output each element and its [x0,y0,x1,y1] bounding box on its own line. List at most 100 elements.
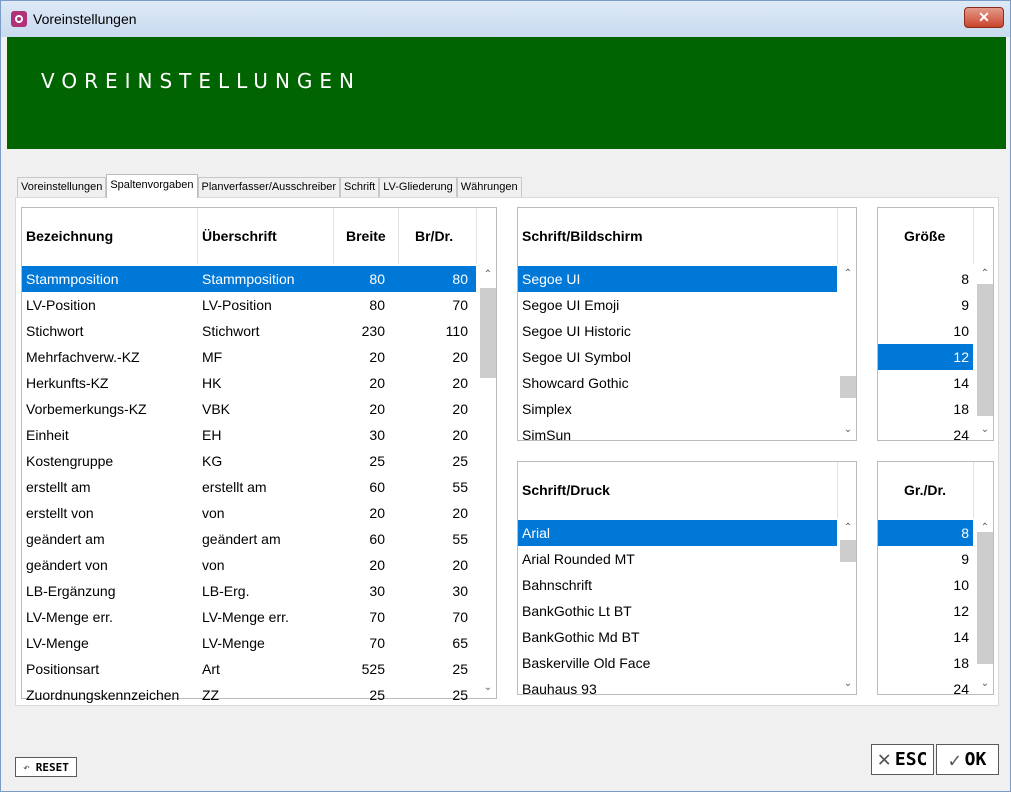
list-item-label: Segoe UI Historic [522,323,631,339]
list-item[interactable]: Segoe UI Symbol [518,344,837,370]
cell-brdr: 20 [452,401,468,417]
scroll-up-icon[interactable]: ⌃ [979,268,991,280]
tab-spaltenvorgaben[interactable]: Spaltenvorgaben [106,174,198,198]
cell-bezeichnung: Zuordnungskennzeichen [26,687,180,703]
list-item[interactable]: 24 [878,676,973,702]
tab-schrift[interactable]: Schrift [340,177,380,197]
scroll-down-icon[interactable]: ⌄ [842,424,854,436]
tab-lv-gliederung[interactable]: LV-Gliederung [379,177,457,197]
list-item[interactable]: Arial [518,520,837,546]
list-item[interactable]: 12 [878,598,973,624]
ok-button[interactable]: ✓ OK [936,744,999,775]
table-row[interactable]: Stichwort Stichwort 230 110 [22,318,476,344]
scroll-down-icon[interactable]: ⌄ [979,424,991,436]
cell-breite: 20 [369,505,385,521]
cell-brdr: 25 [452,661,468,677]
scroll-thumb[interactable] [977,532,993,664]
list-item[interactable]: Segoe UI [518,266,837,292]
print-size-list[interactable]: Gr./Dr. 8 9 10 12 14 18 24 ⌃ ⌄ [877,461,994,697]
print-font-list[interactable]: Schrift/Druck Arial Arial Rounded MT Bahns… [517,461,857,697]
cell-breite: 20 [369,557,385,573]
title-bar[interactable]: Voreinstellungen ✕ [1,1,1010,37]
columns-table-scrollbar[interactable]: ⌃ ⌄ [479,264,496,698]
list-item[interactable]: Baskerville Old Face [518,650,837,676]
table-row[interactable]: Positionsart Art 525 25 [22,656,476,682]
cell-ueberschrift: KG [202,453,223,469]
undo-icon: ↶ [23,760,30,774]
screen-size-scrollbar[interactable]: ⌃ ⌄ [976,264,993,440]
table-row[interactable]: LV-Menge err. LV-Menge err. 70 70 [22,604,476,630]
list-item[interactable]: Segoe UI Emoji [518,292,837,318]
scroll-down-icon[interactable]: ⌄ [979,678,991,690]
list-item[interactable]: Showcard Gothic [518,370,837,396]
list-item[interactable]: Segoe UI Historic [518,318,837,344]
list-item-label: 24 [953,681,969,697]
table-row[interactable]: Stammposition Stammposition 80 80 [22,266,476,292]
scroll-thumb[interactable] [480,288,496,378]
cell-brdr: 20 [452,557,468,573]
close-button[interactable]: ✕ [964,7,1004,28]
list-item-label: Segoe UI Symbol [522,349,631,365]
table-row[interactable]: Zuordnungskennzeichen ZZ 25 25 [22,682,476,708]
scroll-down-icon[interactable]: ⌄ [842,678,854,690]
list-item[interactable]: 18 [878,650,973,676]
screen-font-scrollbar[interactable]: ⌃ ⌄ [839,264,856,440]
table-row[interactable]: Mehrfachverw.-KZ MF 20 20 [22,344,476,370]
table-row[interactable]: geändert von von 20 20 [22,552,476,578]
tab-voreinstellungen[interactable]: Voreinstellungen [17,177,107,197]
tab-waehrungen[interactable]: Währungen [456,177,522,197]
list-item[interactable]: 9 [878,546,973,572]
list-item[interactable]: 24 [878,422,973,448]
print-size-scrollbar[interactable]: ⌃ ⌄ [976,518,993,694]
list-item[interactable]: Simplex [518,396,837,422]
scroll-up-icon[interactable]: ⌃ [482,269,494,281]
list-item[interactable]: 14 [878,624,973,650]
screen-font-list[interactable]: Schrift/Bildschirm Segoe UI Segoe UI Emoj… [517,207,857,443]
list-item[interactable]: 8 [878,266,973,292]
scroll-thumb[interactable] [977,284,993,416]
scroll-up-icon[interactable]: ⌃ [842,268,854,280]
table-row[interactable]: Herkunfts-KZ HK 20 20 [22,370,476,396]
cell-bezeichnung: Einheit [26,427,69,443]
table-row[interactable]: LV-Position LV-Position 80 70 [22,292,476,318]
list-item[interactable]: BankGothic Lt BT [518,598,837,624]
table-row[interactable]: geändert am geändert am 60 55 [22,526,476,552]
list-item[interactable]: 8 [878,520,973,546]
cell-brdr: 20 [452,375,468,391]
list-item[interactable]: 14 [878,370,973,396]
list-item[interactable]: 10 [878,318,973,344]
cell-bezeichnung: geändert von [26,557,108,573]
list-item[interactable]: SimSun [518,422,837,448]
screen-size-list[interactable]: Größe 8 9 10 12 14 18 24 ⌃ ⌄ [877,207,994,443]
print-font-scrollbar[interactable]: ⌃ ⌄ [839,518,856,694]
scroll-up-icon[interactable]: ⌃ [842,522,854,534]
list-item[interactable]: 9 [878,292,973,318]
table-row[interactable]: Vorbemerkungs-KZ VBK 20 20 [22,396,476,422]
table-row[interactable]: erstellt am erstellt am 60 55 [22,474,476,500]
reset-button[interactable]: ↶ RESET [15,757,77,777]
columns-table[interactable]: Bezeichnung Überschrift Breite Br/Dr. St… [21,207,497,703]
esc-button[interactable]: ✕ ESC [871,744,934,775]
list-item[interactable]: BankGothic Md BT [518,624,837,650]
list-item[interactable]: Bahnschrift [518,572,837,598]
list-item[interactable]: Arial Rounded MT [518,546,837,572]
scroll-thumb[interactable] [840,376,856,398]
scroll-down-icon[interactable]: ⌄ [482,682,494,694]
table-row[interactable]: erstellt von von 20 20 [22,500,476,526]
list-item[interactable]: 10 [878,572,973,598]
cell-bezeichnung: LV-Position [26,297,96,313]
list-item-label: 14 [953,375,969,391]
list-item[interactable]: Bauhaus 93 [518,676,837,702]
list-item[interactable]: 12 [878,344,973,370]
list-item-label: 10 [953,577,969,593]
scroll-thumb[interactable] [840,540,856,562]
cell-ueberschrift: geändert am [202,531,281,547]
table-row[interactable]: LV-Menge LV-Menge 70 65 [22,630,476,656]
tab-planverfasser[interactable]: Planverfasser/Ausschreiber [197,177,341,197]
cell-bezeichnung: Kostengruppe [26,453,114,469]
table-row[interactable]: Kostengruppe KG 25 25 [22,448,476,474]
table-row[interactable]: Einheit EH 30 20 [22,422,476,448]
table-row[interactable]: LB-Ergänzung LB-Erg. 30 30 [22,578,476,604]
list-item[interactable]: 18 [878,396,973,422]
app-icon [11,11,27,27]
